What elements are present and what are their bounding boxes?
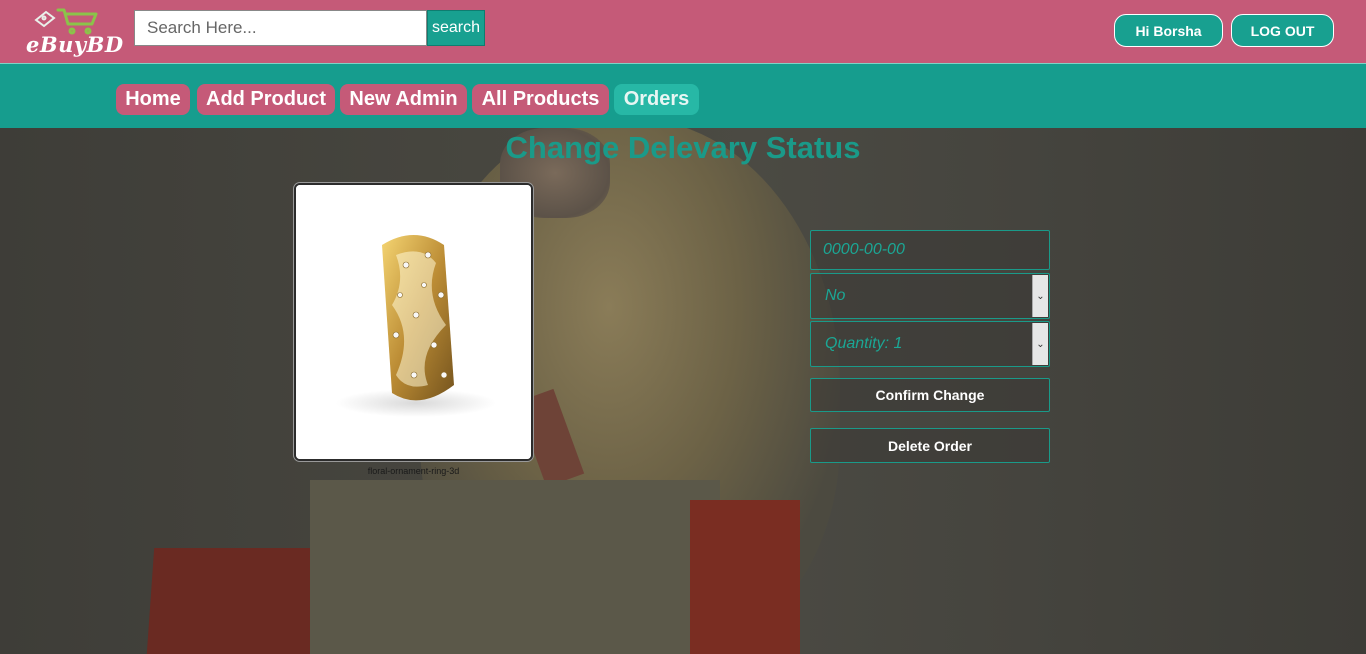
nav-add-product[interactable]: Add Product	[197, 84, 335, 115]
delete-order-button[interactable]: Delete Order	[810, 428, 1050, 463]
logout-button[interactable]: LOG OUT	[1231, 14, 1334, 47]
confirm-change-button[interactable]: Confirm Change	[810, 378, 1050, 412]
nav-home[interactable]: Home	[116, 84, 190, 115]
chevron-down-icon: ⌄	[1032, 323, 1048, 365]
quantity-select[interactable]: Quantity: 1 ⌄	[810, 321, 1050, 367]
user-greeting-button[interactable]: Hi Borsha	[1114, 14, 1223, 47]
delivered-status-value: No	[825, 287, 846, 304]
quantity-value: Quantity: 1	[825, 335, 903, 352]
product-image	[294, 183, 533, 461]
delivery-date-input[interactable]: 0000-00-00	[810, 230, 1050, 270]
search-bar: search	[134, 10, 485, 46]
chevron-down-icon: ⌄	[1032, 275, 1048, 317]
product-image-caption: floral-ornament-ring-3d	[367, 466, 460, 476]
page-title: Change Delevary Status	[505, 130, 861, 165]
nav-all-products[interactable]: All Products	[472, 84, 609, 115]
brand-logo[interactable]: eBuyBD	[24, 6, 123, 60]
nav-new-admin[interactable]: New Admin	[340, 84, 467, 115]
search-button[interactable]: search	[427, 10, 485, 46]
admin-nav: Home Add Product New Admin All Products …	[0, 63, 1366, 128]
logo-text: eBuyBD	[26, 32, 124, 57]
background-hero-image	[0, 128, 1366, 654]
delivered-status-select[interactable]: No ⌄	[810, 273, 1050, 319]
top-header: eBuyBD search Hi Borsha LOG OUT	[0, 0, 1366, 63]
search-input[interactable]	[134, 10, 427, 46]
nav-orders[interactable]: Orders	[614, 84, 699, 115]
